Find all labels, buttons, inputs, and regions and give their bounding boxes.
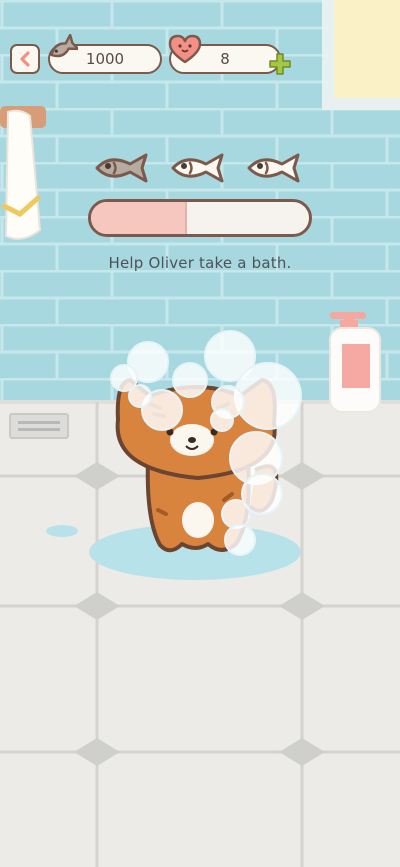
- reward-fish-icon: [247, 153, 300, 183]
- window: [322, 0, 400, 110]
- add-hearts-button[interactable]: [268, 52, 292, 76]
- bath-progress-bar: [88, 199, 312, 237]
- heart-count: 8: [220, 50, 230, 68]
- back-button[interactable]: [10, 44, 40, 74]
- drain-vent: [9, 413, 69, 439]
- reward-fish-row: [92, 150, 312, 190]
- task-hint: Help Oliver take a bath.: [108, 254, 292, 272]
- reward-fish-icon: [171, 153, 224, 183]
- coin-count: 1000: [85, 50, 125, 68]
- bath-progress-fill: [91, 202, 187, 234]
- heart-icon: [168, 34, 202, 64]
- chevron-left-icon: [20, 51, 30, 67]
- bathroom-scene: [0, 0, 400, 867]
- fish-currency-icon: [50, 34, 78, 58]
- reward-fish-icon: [95, 153, 148, 183]
